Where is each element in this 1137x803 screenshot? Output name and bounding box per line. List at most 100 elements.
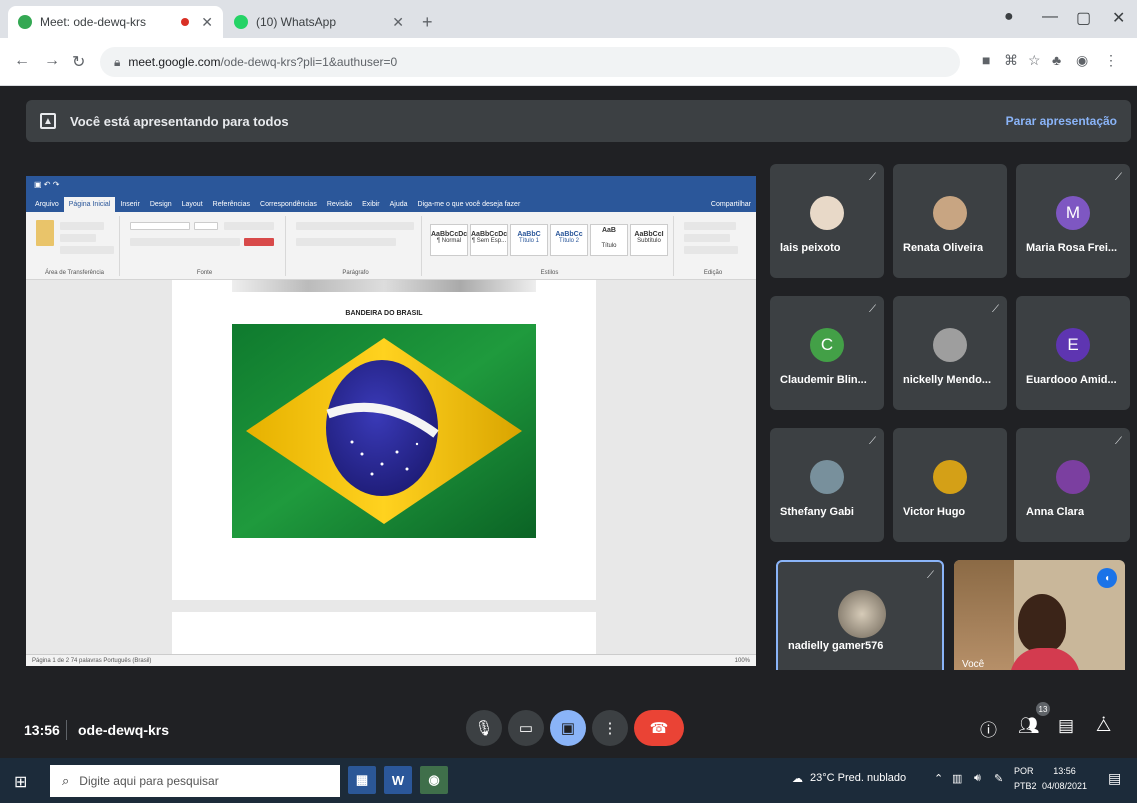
more-options-button[interactable]: ⋮ (592, 710, 628, 746)
mic-off-icon: ⟋ (869, 172, 876, 183)
participant-name: Anna Clara (1026, 506, 1085, 518)
participant-name: nickelly Mendo... (903, 374, 992, 386)
mic-off-icon: ⟋ (1115, 172, 1122, 183)
ribbon-group-clipboard: Área de Transferência (30, 216, 120, 276)
taskbar-word-icon[interactable]: W (384, 766, 412, 794)
style-title: AaB Título (590, 224, 628, 256)
self-participant-tile[interactable]: ⟋ nadielly gamer576 (776, 560, 944, 678)
participant-name: Renata Oliveira (903, 242, 984, 254)
style-subtitle: AaBbCcI Subtítulo (630, 224, 668, 256)
participant-tile[interactable]: ⟋ Anna Clara (1016, 428, 1130, 542)
camera-participant-tile[interactable]: ◖ Você (954, 560, 1125, 678)
close-window-icon[interactable]: ✕ (1112, 8, 1125, 28)
meeting-code: ode-dewq-krs (78, 722, 170, 738)
word-tab: Design (149, 201, 172, 208)
microphone-button[interactable]: 🎙︎ (466, 710, 502, 746)
volume-icon[interactable]: 🔊︎ (974, 772, 981, 785)
participant-name: nadielly gamer576 (788, 640, 884, 652)
url-host: meet.google.com (128, 55, 221, 69)
participant-name: Sthefany Gabi (780, 506, 854, 518)
word-tab: Ajuda (389, 201, 408, 208)
document-next-page (172, 612, 596, 654)
meet-favicon-icon (18, 15, 32, 29)
participant-count-badge: 13 (1036, 702, 1050, 716)
lock-icon: 🔒︎ (114, 54, 121, 69)
camera-icon: ▭ (518, 720, 534, 737)
participant-tile[interactable]: ⟋ lais peixoto (770, 164, 884, 278)
document-heading: BANDEIRA DO BRASIL (345, 310, 423, 317)
weather-icon: ☁︎ (792, 773, 803, 785)
participant-tile[interactable]: ⟋ M Maria Rosa Frei... (1016, 164, 1130, 278)
word-ribbon: Área de Transferência Fonte Parágrafo Aa… (26, 212, 756, 280)
windows-start-icon[interactable]: ⊞ (14, 772, 27, 792)
search-placeholder: Digite aqui para pesquisar (79, 774, 219, 788)
participant-tile[interactable]: E Euardooo Amid... (1016, 296, 1130, 410)
reload-icon[interactable]: ↻ (72, 52, 85, 72)
avatar (838, 590, 886, 638)
stop-presenting-button[interactable]: Parar apresentação (1006, 114, 1117, 128)
minimize-icon[interactable]: — (1042, 8, 1058, 26)
present-button[interactable]: ▣ (550, 710, 586, 746)
chat-icon[interactable]: ▤ (1058, 716, 1074, 736)
taskbar-chrome-icon[interactable]: ◉ (420, 766, 448, 794)
activities-icon[interactable]: ⧊ (1096, 716, 1111, 736)
participant-name: Euardooo Amid... (1026, 374, 1117, 386)
notifications-icon[interactable]: ▤ (1108, 770, 1121, 787)
menu-kebab-icon[interactable]: ⋮ (1104, 52, 1118, 69)
presenting-banner: ▲ Você está apresentando para todos Para… (26, 100, 1131, 142)
close-tab-icon[interactable]: ✕ (201, 14, 213, 31)
camera-button[interactable]: ▭ (508, 710, 544, 746)
profile-avatar-icon[interactable]: ◉ (1076, 52, 1088, 69)
participant-tile[interactable]: ⟋ nickelly Mendo... (893, 296, 1007, 410)
mic-off-icon: ⟋ (869, 436, 876, 447)
camera-indicator-icon[interactable]: ■ (982, 52, 990, 68)
extensions-icon[interactable]: ♣ (1052, 52, 1061, 68)
taskbar-search-field[interactable]: ⌕ Digite aqui para pesquisar (50, 765, 340, 797)
new-tab-icon[interactable]: + (422, 12, 433, 33)
participant-name: lais peixoto (780, 242, 841, 254)
style-heading-2: AaBbCc Título 2 (550, 224, 588, 256)
speaking-indicator-icon: ◖ (1097, 568, 1117, 588)
taskbar-explorer-icon[interactable]: ▦ (348, 766, 376, 794)
forward-icon[interactable]: → (44, 52, 60, 70)
participant-name: Victor Hugo (903, 506, 966, 518)
avatar: C (810, 328, 844, 362)
previous-image-fragment (232, 280, 536, 292)
profile-dot-icon[interactable]: ● (1004, 8, 1014, 26)
network-icon[interactable]: ▥ (952, 772, 962, 785)
avatar: M (1056, 196, 1090, 230)
qr-icon[interactable]: ⌘ (1004, 52, 1018, 69)
avatar (1056, 460, 1090, 494)
word-tab: Revisão (326, 201, 353, 208)
tab-meet[interactable]: Meet: ode-dewq-krs ✕ (8, 6, 223, 38)
participant-tile[interactable]: ⟋ Sthefany Gabi (770, 428, 884, 542)
avatar: E (1056, 328, 1090, 362)
meeting-time: 13:56 (24, 722, 60, 738)
ribbon-group-font: Fonte (124, 216, 286, 276)
leave-call-button[interactable]: ☎︎ (634, 710, 684, 746)
tray-chevron-icon[interactable]: ⌃ (934, 772, 943, 785)
participant-tile[interactable]: Victor Hugo (893, 428, 1007, 542)
participant-tile[interactable]: ⟋ C Claudemir Blin... (770, 296, 884, 410)
back-icon[interactable]: ← (14, 52, 30, 70)
participant-tile[interactable]: Renata Oliveira (893, 164, 1007, 278)
info-icon[interactable]: ⓘ (980, 716, 997, 741)
language-indicator[interactable]: POR PTB2 (1014, 764, 1037, 794)
mic-icon: 🎙︎ (474, 720, 494, 737)
word-tell-me: Diga-me o que você deseja fazer (417, 201, 521, 208)
ribbon-group-paragraph: Parágrafo (290, 216, 422, 276)
presenting-text: Você está apresentando para todos (70, 113, 289, 129)
tab-whatsapp[interactable]: (10) WhatsApp ✕ (224, 6, 414, 38)
close-tab-icon[interactable]: ✕ (392, 14, 404, 31)
taskbar-clock[interactable]: 13:56 04/08/2021 (1042, 764, 1087, 794)
pen-icon[interactable]: ✎ (994, 772, 1003, 785)
participant-name: Maria Rosa Frei... (1026, 242, 1118, 254)
word-tab: Correspondências (260, 201, 317, 208)
people-icon[interactable]: 👥︎ (1018, 716, 1040, 736)
maximize-icon[interactable]: ▢ (1076, 8, 1091, 28)
avatar (810, 196, 844, 230)
url-field[interactable]: 🔒︎ meet.google.com /ode-dewq-krs?pli=1&a… (100, 47, 960, 77)
weather-text[interactable]: 23°C Pred. nublado (810, 772, 906, 784)
kebab-icon: ⋮ (602, 720, 618, 737)
bookmark-star-icon[interactable]: ☆ (1028, 52, 1041, 69)
